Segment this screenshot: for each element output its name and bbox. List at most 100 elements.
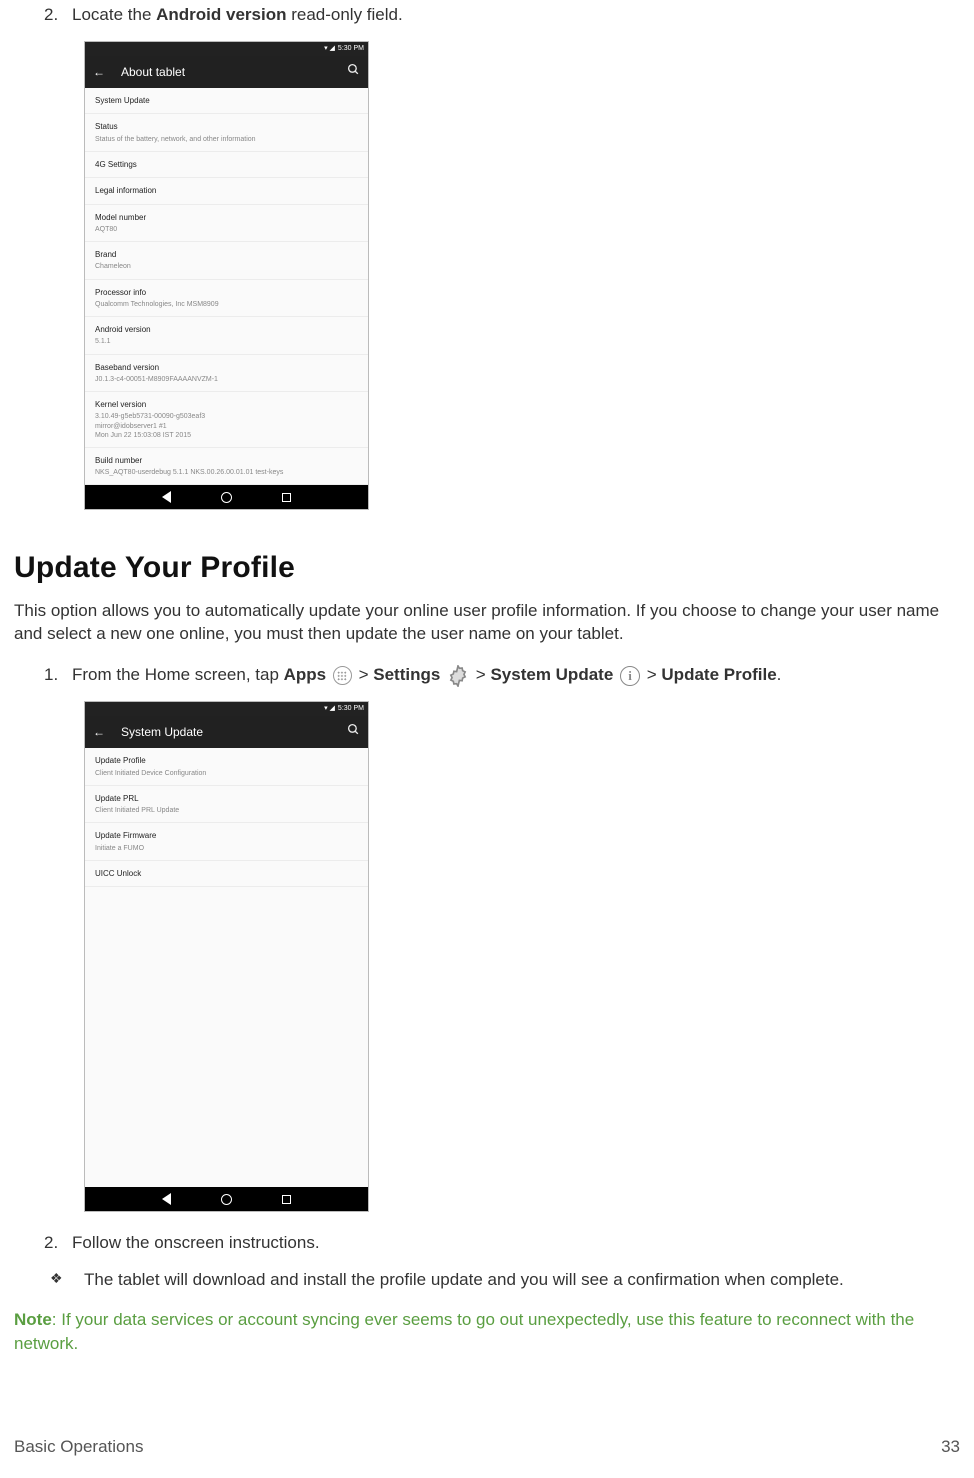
item-title: System Update [95,96,358,106]
signal-icon: ▾ ◢ [324,704,335,713]
step-text: Locate the Android version read-only fie… [72,4,960,27]
heading-update-profile: Update Your Profile [14,548,960,589]
nav-home-icon[interactable] [221,492,232,503]
search-icon[interactable] [347,723,360,741]
list-item[interactable]: Build number NKS_AQT80-userdebug 5.1.1 NK… [85,448,368,485]
nav-system-update: System Update [490,665,613,684]
list-item[interactable]: System Update [85,88,368,114]
list-item[interactable]: 4G Settings [85,152,368,178]
item-subtitle: J0.1.3-c4-00051-M8909FAAAANVZM-1 [95,375,358,384]
status-bar: ▾ ◢ 5:30 PM [85,702,368,716]
nav-back-icon[interactable] [162,491,171,503]
bullet-text: The tablet will download and install the… [84,1269,960,1292]
step-text-post: read-only field. [286,5,402,24]
nav-recent-icon[interactable] [282,493,291,502]
intro-paragraph: This option allows you to automatically … [14,599,960,647]
step-text: From the Home screen, tap Apps > Setting… [72,664,960,687]
list-item[interactable]: Update Firmware Initiate a FUMO [85,823,368,860]
back-icon[interactable]: ← [93,724,107,740]
app-bar: ← System Update [85,716,368,748]
nav-settings: Settings [373,665,440,684]
list-item[interactable]: Brand Chameleon [85,242,368,279]
phone-frame: ▾ ◢ 5:30 PM ← System Update Update Profi… [84,701,369,1212]
list-item[interactable]: Update PRL Client Initiated PRL Update [85,786,368,823]
item-subtitle: Client Initiated Device Configuration [95,769,358,778]
settings-list: Update Profile Client Initiated Device Co… [85,748,368,887]
nav-apps: Apps [284,665,327,684]
nav-bar [85,485,368,509]
search-icon[interactable] [347,63,360,81]
back-icon[interactable]: ← [93,64,107,80]
item-title: Baseband version [95,363,358,373]
item-subtitle: 3.10.49-g5eb5731-00090-g503eaf3 mirror@i… [95,412,358,439]
appbar-title: System Update [121,724,347,740]
step-text-pre: Locate the [72,5,156,24]
item-title: Update Firmware [95,831,358,841]
item-subtitle: Chameleon [95,262,358,271]
nav-seg-1: From the Home screen, tap [72,665,284,684]
step-follow: 2. Follow the onscreen instructions. [44,1232,960,1255]
list-item[interactable]: Model number AQT80 [85,205,368,242]
step-locate-android: 2. Locate the Android version read-only … [44,4,960,27]
list-item[interactable]: UICC Unlock [85,861,368,887]
footer-page-number: 33 [941,1436,960,1459]
list-item[interactable]: Legal information [85,178,368,204]
item-title: Brand [95,250,358,260]
nav-dot: . [777,665,782,684]
gt-2: > [476,665,491,684]
nav-recent-icon[interactable] [282,1195,291,1204]
signal-icon: ▾ ◢ [324,44,335,53]
status-time: 5:30 PM [338,704,364,713]
android-version-bold: Android version [156,5,286,24]
nav-back-icon[interactable] [162,1193,171,1205]
item-title: Model number [95,213,358,223]
item-title: Kernel version [95,400,358,410]
item-subtitle: AQT80 [95,225,358,234]
settings-list: System Update Status Status of the battery… [85,88,368,485]
footer-section: Basic Operations [14,1436,143,1459]
status-time: 5:30 PM [338,44,364,53]
info-icon: i [620,666,640,686]
item-subtitle: NKS_AQT80-userdebug 5.1.1 NKS.00.26.00.0… [95,468,358,477]
item-title: Android version [95,325,358,335]
item-subtitle: Status of the battery, network, and othe… [95,135,358,144]
item-subtitle: Client Initiated PRL Update [95,806,358,815]
list-item[interactable]: Kernel version 3.10.49-g5eb5731-00090-g50… [85,392,368,448]
phone-frame: ▾ ◢ 5:30 PM ← About tablet System Update… [84,41,369,510]
app-bar: ← About tablet [85,56,368,88]
page-footer: Basic Operations 33 [14,1436,960,1459]
list-item[interactable]: Processor infoQualcomm Technologies, Inc… [85,280,368,317]
note-label: Note [14,1310,52,1329]
item-title: UICC Unlock [95,869,358,879]
screenshot-about-tablet: ▾ ◢ 5:30 PM ← About tablet System Update… [84,41,960,510]
list-item[interactable]: Android version 5.1.1 [85,317,368,354]
step-nav-path: 1. From the Home screen, tap Apps > Sett… [44,664,960,687]
item-title: 4G Settings [95,160,358,170]
step-number: 1. [44,664,72,687]
item-subtitle: Initiate a FUMO [95,844,358,853]
list-item[interactable]: Update Profile Client Initiated Device Co… [85,748,368,785]
gt-1: > [359,665,374,684]
settings-icon [447,665,469,687]
list-item[interactable]: Status Status of the battery, network, an… [85,114,368,151]
item-subtitle: Qualcomm Technologies, Inc MSM8909 [95,300,358,309]
step-text: Follow the onscreen instructions. [72,1232,960,1255]
bullet-icon: ❖ [50,1269,84,1288]
nav-home-icon[interactable] [221,1194,232,1205]
gt-3: > [647,665,662,684]
nav-bar [85,1187,368,1211]
item-subtitle: 5.1.1 [95,337,358,346]
appbar-title: About tablet [121,64,347,80]
status-bar: ▾ ◢ 5:30 PM [85,42,368,56]
item-title: Build number [95,456,358,466]
bullet-download: ❖ The tablet will download and install t… [50,1269,960,1292]
step-number: 2. [44,1232,72,1255]
apps-icon [333,666,352,685]
item-title: Status [95,122,358,132]
item-title: Legal information [95,186,358,196]
screenshot-system-update: ▾ ◢ 5:30 PM ← System Update Update Profi… [84,701,960,1212]
item-title: Update Profile [95,756,358,766]
list-item[interactable]: Baseband version J0.1.3-c4-00051-M8909FAA… [85,355,368,392]
item-title: Update PRL [95,794,358,804]
note-text: : If your data services or account synci… [14,1310,914,1353]
